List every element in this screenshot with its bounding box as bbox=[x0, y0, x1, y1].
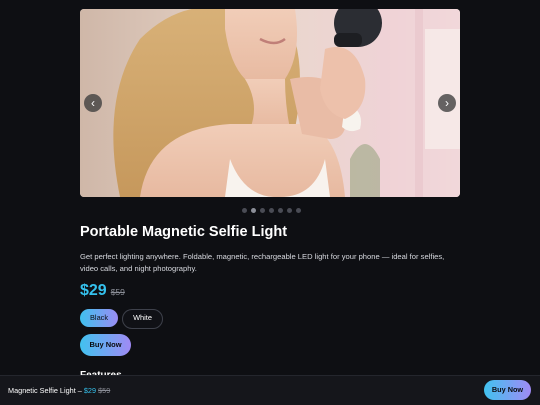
carousel-prev-button[interactable]: ‹ bbox=[84, 94, 102, 112]
carousel-dot[interactable] bbox=[260, 208, 265, 213]
sticky-price: $29 bbox=[83, 386, 97, 395]
product-description: Get perfect lighting anywhere. Foldable,… bbox=[80, 252, 445, 273]
carousel-dot[interactable] bbox=[296, 208, 301, 213]
color-selector: Black White bbox=[80, 309, 163, 329]
chevron-left-icon: ‹ bbox=[91, 96, 95, 110]
sticky-product-name: Magnetic Selfie Light bbox=[8, 386, 76, 395]
buy-now-button[interactable]: Buy Now bbox=[80, 334, 131, 356]
carousel-dot[interactable] bbox=[278, 208, 283, 213]
color-option-white[interactable]: White bbox=[122, 309, 163, 329]
product-photo bbox=[80, 9, 460, 197]
carousel-dot-active[interactable] bbox=[251, 208, 256, 213]
sticky-separator: – bbox=[75, 386, 84, 395]
original-price: $59 bbox=[110, 287, 125, 297]
current-price: $29 bbox=[80, 282, 107, 299]
carousel-dots bbox=[242, 208, 301, 213]
carousel-next-button[interactable]: › bbox=[438, 94, 456, 112]
carousel-dot[interactable] bbox=[269, 208, 274, 213]
chevron-right-icon: › bbox=[445, 96, 449, 110]
product-image-carousel[interactable] bbox=[80, 9, 460, 197]
carousel-dot[interactable] bbox=[287, 208, 292, 213]
sticky-product-info: Magnetic Selfie Light – $29 $59 bbox=[8, 386, 110, 395]
color-option-black[interactable]: Black bbox=[80, 309, 119, 327]
carousel-dot[interactable] bbox=[242, 208, 247, 213]
price-row: $29 $59 bbox=[80, 282, 125, 300]
sticky-purchase-bar: Magnetic Selfie Light – $29 $59 Buy Now bbox=[0, 375, 540, 405]
product-title: Portable Magnetic Selfie Light bbox=[80, 224, 288, 240]
product-page: ‹ › Portable Magnetic Selfie Light Get p… bbox=[0, 0, 540, 405]
sticky-old-price: $59 bbox=[98, 386, 111, 395]
sticky-buy-now-button[interactable]: Buy Now bbox=[484, 380, 531, 400]
